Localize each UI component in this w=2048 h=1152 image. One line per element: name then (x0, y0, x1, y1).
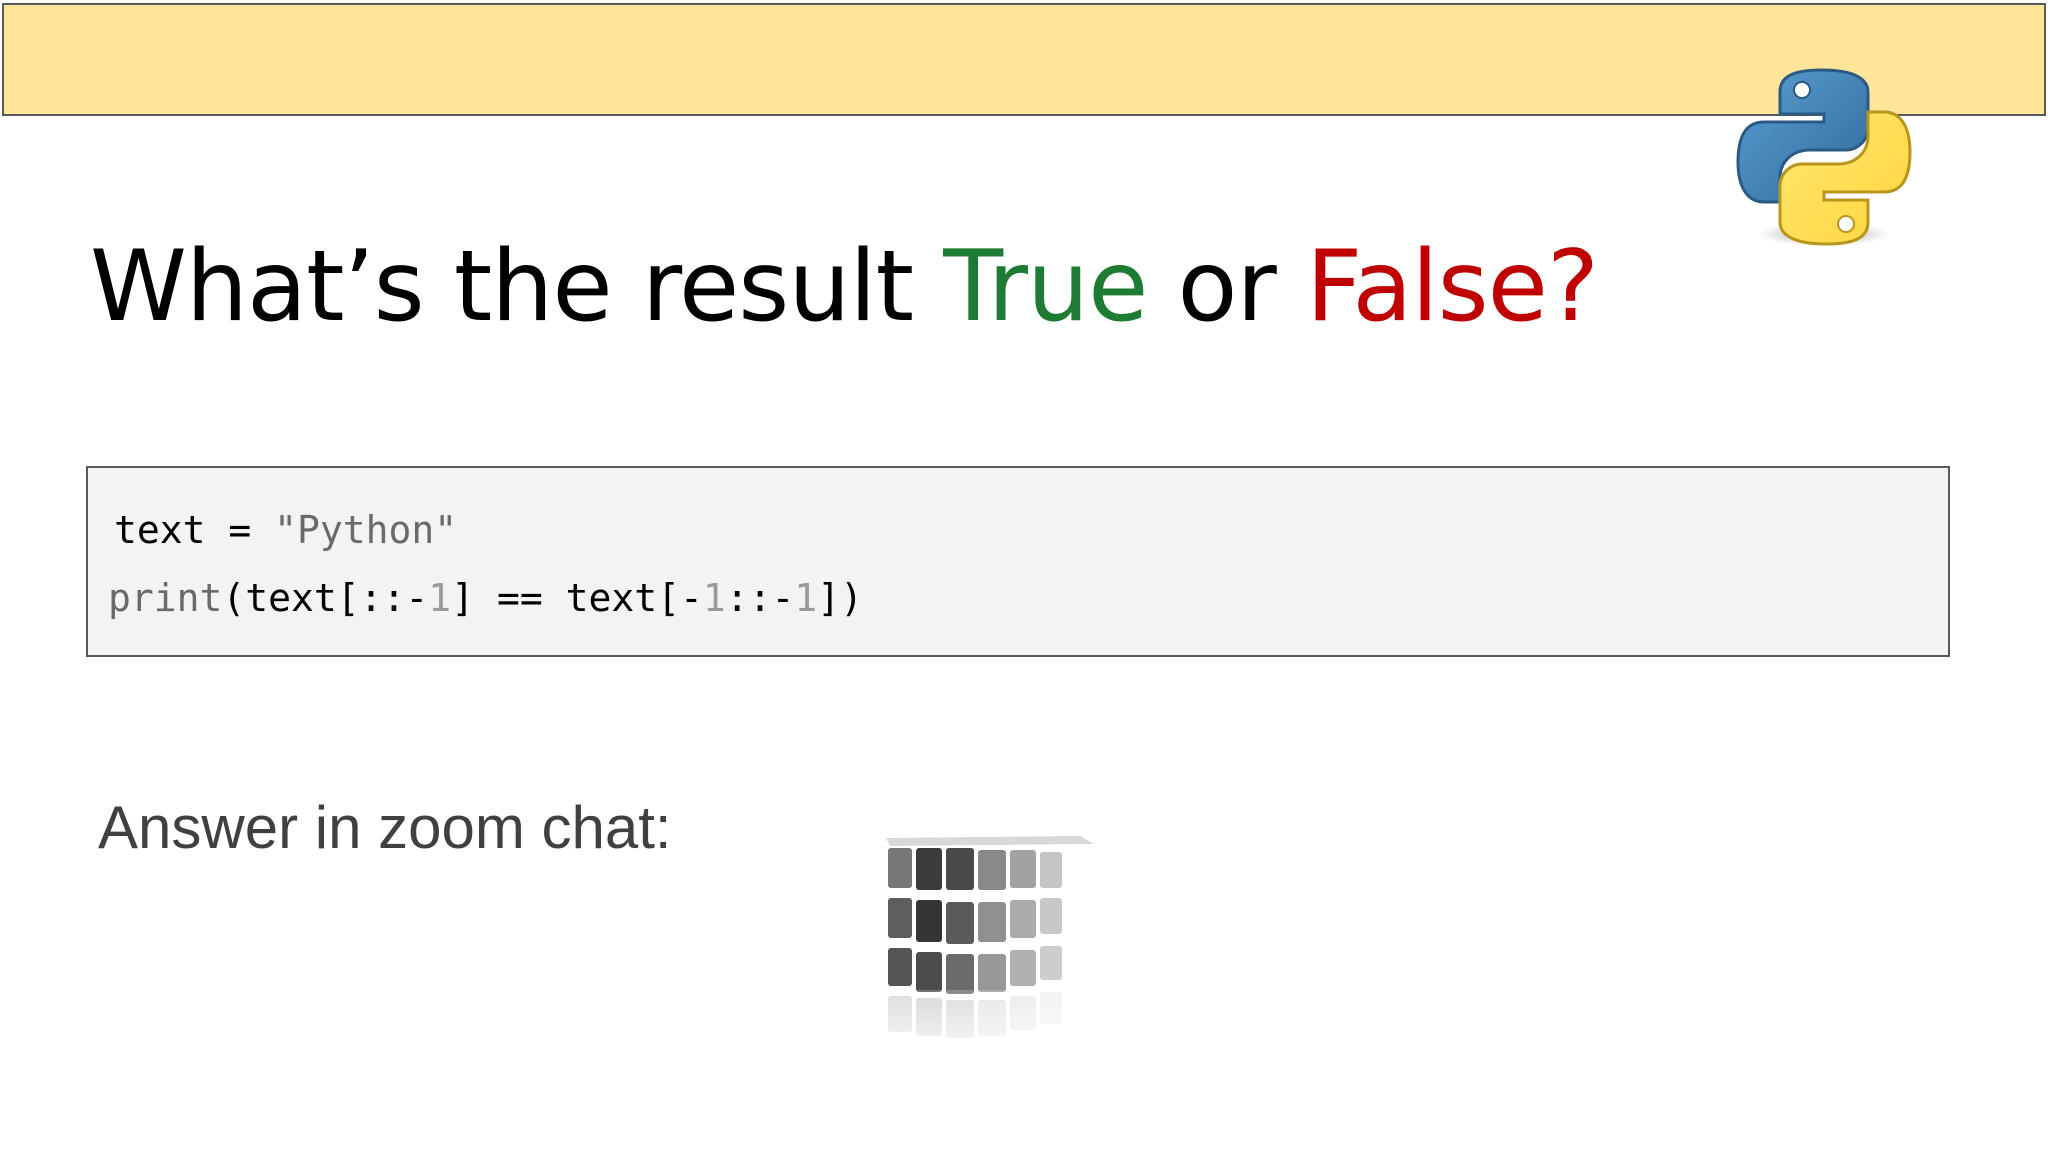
slide-title: What’s the result True or False? (90, 222, 1599, 352)
code-part-a: (text[::- (222, 576, 429, 620)
code-num-b: 1 (702, 576, 726, 620)
code-line-2: print(text[::-1] == text[-1::-1]) (108, 574, 863, 622)
code-num-c: 1 (794, 576, 818, 620)
code-part-d: ]) (817, 576, 864, 620)
cube-image (880, 836, 1100, 1070)
code-block: text = "Python" print(text[::-1] == text… (86, 466, 1950, 657)
code-part-b: ] == text[- (451, 576, 703, 620)
title-false-word: False? (1305, 230, 1599, 344)
code-num-a: 1 (428, 576, 452, 620)
title-prefix: What’s the result (90, 230, 944, 344)
title-middle: or (1147, 230, 1306, 344)
code-part-c: ::- (725, 576, 795, 620)
answer-prompt: Answer in zoom chat: (98, 794, 672, 861)
code-string: "Python" (274, 508, 458, 552)
code-line-1: text = "Python" (114, 506, 457, 554)
code-builtin: print (108, 576, 223, 620)
python-logo-icon (1736, 68, 1912, 246)
code-assign: = (205, 508, 275, 552)
code-var: text (114, 508, 206, 552)
title-true-word: True (943, 230, 1148, 344)
